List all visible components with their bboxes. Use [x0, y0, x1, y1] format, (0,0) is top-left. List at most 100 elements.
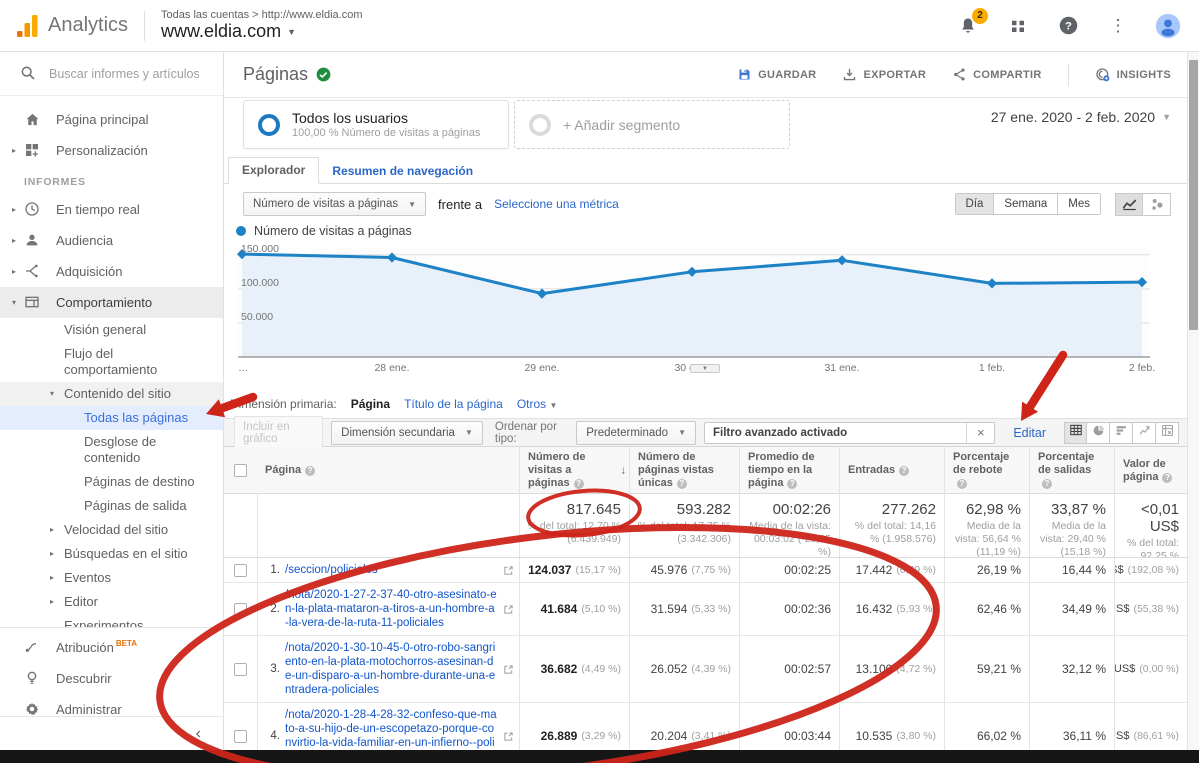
- sidebar-item-eventos[interactable]: ▸Eventos: [0, 566, 223, 590]
- view-comparison-toggle[interactable]: [1133, 422, 1156, 444]
- sidebar-item-flujo-del-comportamiento[interactable]: Flujo del comportamiento: [0, 342, 223, 382]
- column-header-numero-de-visitas-a-paginas[interactable]: Número de visitas a páginas?↓: [519, 447, 629, 494]
- page-link[interactable]: /nota/2020-1-30-10-45-0-otro-robo-sangri…: [285, 641, 498, 697]
- select-metric-link[interactable]: Seleccione una métrica: [494, 197, 619, 211]
- notifications-button[interactable]: 2: [955, 13, 981, 39]
- table-row: 4./nota/2020-1-28-4-28-32-confeso-que-ma…: [224, 703, 1187, 750]
- attribution-icon: [24, 639, 41, 656]
- help-tooltip-icon[interactable]: ?: [305, 466, 315, 476]
- row-checkbox[interactable]: [234, 663, 247, 676]
- row-checkbox[interactable]: [234, 730, 247, 743]
- bounce-rate: 26,19 %: [977, 563, 1021, 577]
- action-label: COMPARTIR: [973, 69, 1042, 81]
- exit-rate: 16,44 %: [1062, 563, 1106, 577]
- add-segment-button[interactable]: + Añadir segmento: [514, 100, 790, 149]
- metric-selector-dropdown[interactable]: Número de visitas a páginas ▼: [243, 192, 426, 216]
- date-range-selector[interactable]: 27 ene. 2020 - 2 feb. 2020 ▼: [991, 109, 1171, 125]
- sidebar-item-en-tiempo-real[interactable]: ▸En tiempo real: [0, 194, 223, 225]
- page-cell: 3./nota/2020-1-30-10-45-0-otro-robo-sang…: [257, 636, 519, 702]
- sidebar-item-adquisicion[interactable]: ▸Adquisición: [0, 256, 223, 287]
- sidebar-item-velocidad-del-sitio[interactable]: ▸Velocidad del sitio: [0, 518, 223, 542]
- column-header-numero-de-paginas-vistas-unicas[interactable]: Número de páginas vistas únicas?: [629, 447, 739, 494]
- column-header-valor-de-pagina[interactable]: Valor de página?: [1114, 447, 1187, 494]
- dimension-option-pagina[interactable]: Página: [351, 397, 390, 411]
- unique-pageviews-percent: (5,33 %): [691, 603, 731, 615]
- total-entrances-cell: 277.262% del total: 14,16 % (1.958.576): [839, 494, 944, 557]
- apps-grid-button[interactable]: [1005, 13, 1031, 39]
- search-input[interactable]: [49, 67, 199, 81]
- help-tooltip-icon[interactable]: ?: [787, 479, 797, 489]
- svg-text:…: …: [238, 362, 249, 374]
- column-header-promedio-de-tiempo-en-la-pagina[interactable]: Promedio de tiempo en la página?: [739, 447, 839, 494]
- sidebar-item-pagina-principal[interactable]: Página principal: [0, 104, 223, 135]
- sidebar-item-atribucion[interactable]: AtribuciónBETA: [0, 632, 223, 663]
- insights-button[interactable]: INSIGHTS: [1095, 67, 1171, 83]
- scrollbar-thumb[interactable]: [1189, 60, 1198, 330]
- sidebar-item-comportamiento[interactable]: ▾Comportamiento: [0, 287, 223, 318]
- entrances: 17.442: [856, 563, 893, 577]
- view-table-toggle[interactable]: [1064, 422, 1087, 444]
- granularity-mes[interactable]: Mes: [1058, 193, 1101, 215]
- granularity-dia[interactable]: Día: [955, 193, 995, 215]
- avatar[interactable]: [1155, 13, 1181, 39]
- sidebar-item-audiencia[interactable]: ▸Audiencia: [0, 225, 223, 256]
- view-performance-toggle[interactable]: [1110, 422, 1133, 444]
- help-tooltip-icon[interactable]: ?: [574, 479, 584, 489]
- column-header-porcentaje-de-salidas[interactable]: Porcentaje de salidas?: [1029, 447, 1114, 494]
- sidebar-item-todas-las-paginas[interactable]: Todas las páginas: [0, 406, 223, 430]
- sidebar-item-desglose-de-contenido[interactable]: Desglose de contenido: [0, 430, 223, 470]
- segment-all-users[interactable]: Todos los usuarios 100,00 % Número de vi…: [243, 100, 509, 149]
- sidebar-item-editor[interactable]: ▸Editor: [0, 590, 223, 614]
- help-tooltip-icon[interactable]: ?: [1042, 479, 1052, 489]
- column-header-porcentaje-de-rebote[interactable]: Porcentaje de rebote?: [944, 447, 1029, 494]
- row-checkbox[interactable]: [234, 603, 247, 616]
- help-tooltip-icon[interactable]: ?: [677, 479, 687, 489]
- view-percentage-toggle[interactable]: [1087, 422, 1110, 444]
- account-selector[interactable]: www.eldia.com ▼: [161, 21, 362, 42]
- sidebar-item-contenido-del-sitio[interactable]: ▾Contenido del sitio: [0, 382, 223, 406]
- granularity-semana[interactable]: Semana: [994, 193, 1058, 215]
- sidebar-item-vision-general[interactable]: Visión general: [0, 318, 223, 342]
- analytics-logo[interactable]: Analytics: [14, 13, 128, 39]
- view-pivot-toggle[interactable]: [1156, 422, 1179, 444]
- sidebar-collapse-button[interactable]: ‹: [0, 716, 223, 750]
- more-options-button[interactable]: ⋮: [1105, 13, 1131, 39]
- line-chart-toggle[interactable]: [1115, 193, 1143, 216]
- column-header-entradas[interactable]: Entradas?: [839, 447, 944, 494]
- tab-resumen-de-navegacion[interactable]: Resumen de navegación: [319, 159, 486, 184]
- help-tooltip-icon[interactable]: ?: [957, 479, 967, 489]
- chart-zoom-handle[interactable]: ▼: [690, 364, 720, 373]
- help-button[interactable]: ?: [1055, 13, 1081, 39]
- verified-check-icon: [316, 67, 331, 82]
- dimension-option-titulo-de-la-pagina[interactable]: Título de la página: [404, 397, 503, 411]
- avg-time: 00:03:44: [784, 729, 831, 743]
- sidebar-item-descubrir[interactable]: Descubrir: [0, 663, 223, 694]
- exportar-button[interactable]: EXPORTAR: [842, 67, 926, 82]
- sidebar-item-busquedas-en-el-sitio[interactable]: ▸Búsquedas en el sitio: [0, 542, 223, 566]
- page-link[interactable]: /nota/2020-1-28-4-28-32-confeso-que-mato…: [285, 708, 498, 750]
- edit-filter-link[interactable]: Editar: [1013, 426, 1046, 440]
- page-link[interactable]: /seccion/policiales: [285, 563, 498, 577]
- compartir-button[interactable]: COMPARTIR: [952, 67, 1042, 82]
- dimension-option-otros[interactable]: Otros ▼: [517, 397, 558, 411]
- motion-chart-toggle[interactable]: [1143, 193, 1171, 216]
- sidebar-item-paginas-de-destino[interactable]: Páginas de destino: [0, 470, 223, 494]
- entrances: 13.100: [856, 662, 893, 676]
- column-header-pagina[interactable]: Página?: [257, 447, 519, 494]
- page-link[interactable]: /nota/2020-1-27-2-37-40-otro-asesinato-e…: [285, 588, 498, 630]
- filter-close-button[interactable]: ×: [966, 423, 994, 443]
- tab-explorador[interactable]: Explorador: [228, 157, 319, 184]
- sidebar-item-label: Contenido del sitio: [64, 386, 188, 402]
- secondary-dimension-dropdown[interactable]: Dimensión secundaria ▼: [331, 421, 483, 445]
- guardar-button[interactable]: GUARDAR: [737, 67, 816, 82]
- help-tooltip-icon[interactable]: ?: [1162, 473, 1172, 483]
- sort-type-dropdown[interactable]: Predeterminado ▼: [576, 421, 696, 445]
- sidebar-item-personalizacion[interactable]: ▸Personalización: [0, 135, 223, 166]
- row-checkbox[interactable]: [234, 564, 247, 577]
- exit-rate-cell: 16,44 %: [1029, 558, 1114, 582]
- sidebar-item-paginas-de-salida[interactable]: Páginas de salida: [0, 494, 223, 518]
- help-tooltip-icon[interactable]: ?: [899, 466, 909, 476]
- sidebar-item-experimentos[interactable]: Experimentos: [0, 614, 223, 627]
- breadcrumb[interactable]: Todas las cuentas > http://www.eldia.com: [161, 9, 362, 21]
- select-all-checkbox[interactable]: [234, 464, 247, 477]
